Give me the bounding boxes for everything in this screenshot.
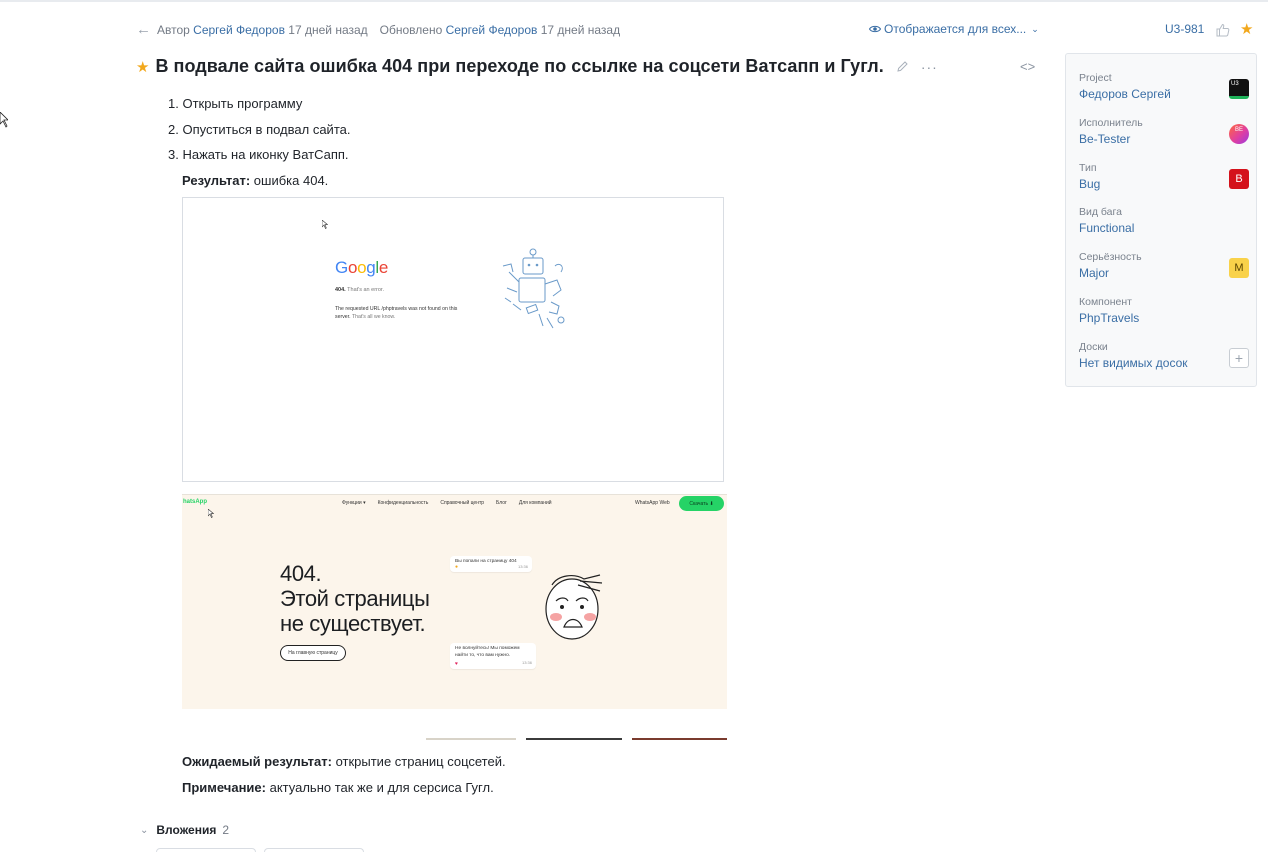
chevron-down-icon: ⌄ xyxy=(140,824,149,836)
author-time: 17 дней назад xyxy=(288,23,368,37)
steps-list: 1. Открыть программу 2. Опуститься в под… xyxy=(168,96,350,173)
favorite-star-icon[interactable]: ★ xyxy=(1240,20,1253,38)
back-arrow-icon[interactable]: ← xyxy=(136,22,151,37)
title-star-icon[interactable]: ★ xyxy=(136,58,149,76)
facepalm-face-illustration xyxy=(545,574,603,640)
cursor-icon xyxy=(208,509,214,518)
whatsapp-nav: hatsApp Функции ▾ Конфиденциальность Спр… xyxy=(182,495,727,513)
chevron-down-icon: ⌄ xyxy=(1031,23,1039,34)
field-label: Вид бага xyxy=(1079,206,1122,218)
field-assignee: Исполнитель Be-Tester BE xyxy=(1079,116,1249,152)
step-item: 3. Нажать на иконку ВатСапп. xyxy=(168,147,349,162)
chat-bubble: Вы попали на страницу 404 13:36 ● xyxy=(450,556,532,572)
footer-strip xyxy=(526,738,622,740)
visibility-dropdown[interactable]: Отображается для всех... ⌄ xyxy=(869,22,1039,36)
title-row: ★ В подвале сайта ошибка 404 при переход… xyxy=(136,56,938,77)
field-label: Доски xyxy=(1079,341,1108,353)
whatsapp-footer-area xyxy=(182,709,727,740)
field-type: Тип Bug B xyxy=(1079,161,1249,197)
cursor-icon xyxy=(322,220,328,229)
chat-bubble: Не волнуйтесь! Мы поможем найти то, что … xyxy=(450,643,536,669)
add-board-button[interactable]: + xyxy=(1229,348,1249,368)
updated-by-link[interactable]: Сергей Федоров xyxy=(446,23,538,37)
field-component: Компонент PhpTravels xyxy=(1079,295,1249,331)
author-link[interactable]: Сергей Федоров xyxy=(193,23,285,37)
attachment-thumb[interactable] xyxy=(264,848,364,852)
broken-robot-illustration xyxy=(502,248,565,329)
field-boards: Доски Нет видимых досок + xyxy=(1079,340,1249,376)
expected-label: Ожидаемый результат: xyxy=(182,754,332,769)
issue-meta: ← Автор Сергей Федоров 17 дней назад Обн… xyxy=(136,22,620,38)
whatsapp-web-link: WhatsApp Web xyxy=(635,500,670,506)
google-logo: Google xyxy=(335,258,389,277)
google-error-message: The requested URL /phptravels was not fo… xyxy=(335,306,458,320)
assignee-link[interactable]: Be-Tester xyxy=(1079,132,1249,146)
field-label: Тип xyxy=(1079,162,1097,174)
updated-time: 17 дней назад xyxy=(540,23,621,37)
updated-label: Обновлено xyxy=(379,23,443,37)
thumbs-up-icon[interactable] xyxy=(1216,23,1230,37)
field-label: Project xyxy=(1079,72,1112,84)
component-link[interactable]: PhpTravels xyxy=(1079,311,1249,325)
mouse-cursor-icon xyxy=(0,112,8,128)
result-label: Результат: xyxy=(182,173,251,188)
whatsapp-logo: hatsApp xyxy=(183,499,207,505)
whatsapp-404-screenshot[interactable]: hatsApp Функции ▾ Конфиденциальность Спр… xyxy=(182,494,727,740)
issue-key[interactable]: U3-981 xyxy=(1165,22,1204,36)
step-item: 1. Открыть программу xyxy=(168,96,303,111)
bug-kind-link[interactable]: Functional xyxy=(1079,221,1249,235)
nav-link: Справочный центр xyxy=(440,500,485,506)
issue-title[interactable]: В подвале сайта ошибка 404 при переходе … xyxy=(155,56,883,77)
assignee-avatar: BE xyxy=(1229,124,1249,144)
project-avatar: U3 xyxy=(1229,79,1249,99)
footer-strip xyxy=(426,738,516,740)
author-label: Автор xyxy=(157,23,190,37)
project-link[interactable]: Федоров Сергей xyxy=(1079,87,1249,101)
note-label: Примечание: xyxy=(182,780,266,795)
severity-badge: M xyxy=(1229,258,1249,278)
result-text: ошибка 404. xyxy=(250,173,329,188)
top-divider xyxy=(0,0,1268,2)
attachments-count: 2 xyxy=(222,823,230,837)
more-actions-icon[interactable]: ··· xyxy=(921,59,938,75)
google-error-line: 404. That's an error. xyxy=(335,287,384,293)
home-page-button: На главную страницу xyxy=(280,645,346,661)
attachments-toggle[interactable]: ⌄ Вложения 2 xyxy=(140,823,229,837)
boards-link[interactable]: Нет видимых досок xyxy=(1079,356,1249,370)
step-item: 2. Опуститься в подвал сайта. xyxy=(168,121,351,137)
type-link[interactable]: Bug xyxy=(1079,177,1249,191)
visibility-label: Отображается для всех... xyxy=(884,22,1027,36)
whatsapp-nav-links: Функции ▾ Конфиденциальность Справочный … xyxy=(342,500,552,506)
code-view-icon[interactable]: <> xyxy=(1020,59,1035,74)
note-text: актуально так же и для серсиса Гугл. xyxy=(265,780,494,795)
field-label: Компонент xyxy=(1079,296,1132,308)
bug-type-badge: B xyxy=(1229,169,1249,189)
eye-icon xyxy=(869,25,881,33)
expected-text: открытие страниц соцсетей. xyxy=(331,754,506,769)
google-404-screenshot[interactable]: Google 404. That's an error. The request… xyxy=(182,197,724,482)
pencil-icon[interactable] xyxy=(896,60,909,73)
field-severity: Серьёзность Major M xyxy=(1079,250,1249,286)
whatsapp-404-headline: 404. Этой страницы не существует. xyxy=(280,561,430,636)
field-project: Project Федоров Сергей U3 xyxy=(1079,71,1249,107)
footer-strip xyxy=(632,738,727,740)
expected-line: Ожидаемый результат: открытие страниц со… xyxy=(182,754,506,769)
nav-link: Блог xyxy=(496,500,507,506)
nav-link: Функции ▾ xyxy=(342,500,366,506)
field-label: Исполнитель xyxy=(1079,117,1143,129)
result-line: Результат: ошибка 404. xyxy=(182,173,328,188)
attachments-label: Вложения xyxy=(156,823,217,837)
severity-link[interactable]: Major xyxy=(1079,266,1249,280)
download-button: Скачать ⬇ xyxy=(679,496,724,511)
note-line: Примечание: актуально так же и для серси… xyxy=(182,780,494,795)
issue-fields-panel: Project Федоров Сергей U3 Исполнитель Be… xyxy=(1065,53,1257,387)
nav-link: Для компаний xyxy=(518,500,552,506)
nav-link: Конфиденциальность xyxy=(377,500,429,506)
field-label: Серьёзность xyxy=(1079,251,1142,263)
field-bug-kind: Вид бага Functional xyxy=(1079,205,1249,241)
attachment-thumb[interactable] xyxy=(156,848,256,852)
